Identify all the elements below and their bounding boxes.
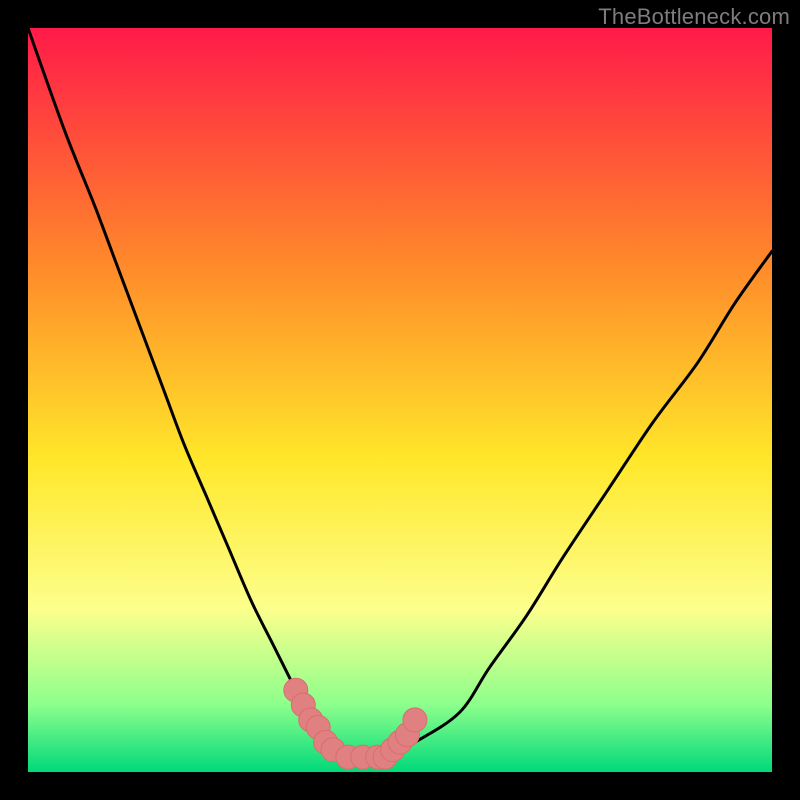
chart-frame: TheBottleneck.com	[0, 0, 800, 800]
chart-svg	[28, 28, 772, 772]
plot-area	[28, 28, 772, 772]
marker-dot	[403, 708, 427, 732]
gradient-background	[28, 28, 772, 772]
watermark-text: TheBottleneck.com	[598, 4, 790, 30]
